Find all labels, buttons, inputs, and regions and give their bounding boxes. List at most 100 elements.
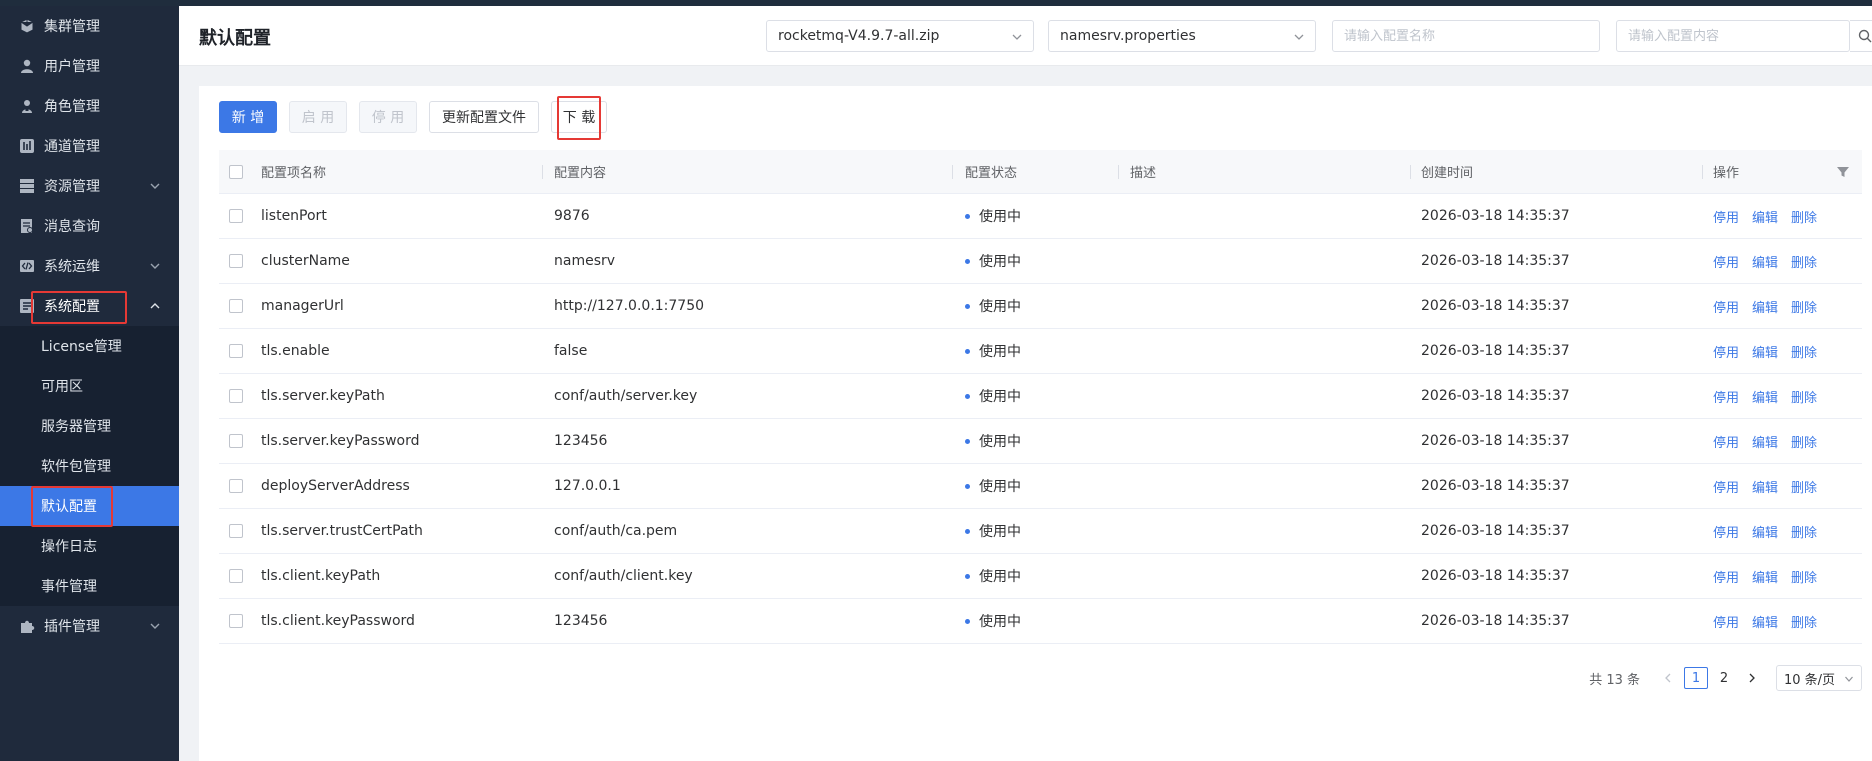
column-header-name: 配置项名称: [261, 166, 327, 181]
config-content-search-input[interactable]: [1616, 20, 1850, 52]
row-disable-link[interactable]: 停用: [1713, 207, 1739, 226]
row-edit-link[interactable]: 编辑: [1752, 612, 1778, 631]
row-delete-link[interactable]: 删除: [1791, 207, 1817, 226]
config-name-search-input[interactable]: [1332, 20, 1600, 52]
sidebar-subitem-oplog[interactable]: 操作日志: [0, 526, 179, 566]
row-edit-link[interactable]: 编辑: [1752, 252, 1778, 271]
chevron-down-icon: [149, 260, 161, 272]
row-checkbox[interactable]: [229, 344, 243, 358]
cell-status: 使用中: [965, 554, 1021, 598]
row-checkbox[interactable]: [229, 209, 243, 223]
row-edit-link[interactable]: 编辑: [1752, 297, 1778, 316]
sidebar-subitem-servers[interactable]: 服务器管理: [0, 406, 179, 446]
update-config-file-button[interactable]: 更新配置文件: [429, 101, 539, 133]
sidebar-subitem-packages[interactable]: 软件包管理: [0, 446, 179, 486]
page-size-select[interactable]: 10 条/页: [1776, 665, 1862, 691]
prev-page-button[interactable]: [1656, 667, 1680, 689]
disable-button[interactable]: 停 用: [359, 101, 417, 133]
row-disable-link[interactable]: 停用: [1713, 477, 1739, 496]
table-row: tls.enable false 使用中 2026-03-18 14:35:37 停用编…: [219, 329, 1862, 374]
row-edit-link[interactable]: 编辑: [1752, 342, 1778, 361]
row-edit-link[interactable]: 编辑: [1752, 477, 1778, 496]
row-edit-link[interactable]: 编辑: [1752, 387, 1778, 406]
pagination: 共 13 条 1 2 10 条/页: [1589, 664, 1862, 692]
cell-status: 使用中: [965, 599, 1021, 643]
sidebar-subitem-default-config[interactable]: 默认配置: [0, 486, 179, 527]
row-edit-link[interactable]: 编辑: [1752, 522, 1778, 541]
table-header: 配置项名称 配置内容 配置状态 描述 创建时间 操作: [219, 150, 1862, 194]
download-button[interactable]: 下 载: [551, 101, 607, 133]
row-delete-link[interactable]: 删除: [1791, 297, 1817, 316]
row-delete-link[interactable]: 删除: [1791, 522, 1817, 541]
page-button-1[interactable]: 1: [1684, 667, 1708, 689]
add-button[interactable]: 新 增: [219, 101, 277, 133]
column-divider: [1410, 165, 1411, 179]
row-disable-link[interactable]: 停用: [1713, 387, 1739, 406]
sidebar-subitem-label: 可用区: [41, 379, 83, 395]
sidebar-item-plugins[interactable]: 插件管理: [0, 606, 179, 646]
row-checkbox[interactable]: [229, 254, 243, 268]
sidebar-item-messages[interactable]: 消息查询: [0, 206, 179, 246]
cell-config-name: listenPort: [261, 208, 327, 224]
row-disable-link[interactable]: 停用: [1713, 252, 1739, 271]
row-checkbox[interactable]: [229, 434, 243, 448]
row-edit-link[interactable]: 编辑: [1752, 207, 1778, 226]
row-edit-link[interactable]: 编辑: [1752, 567, 1778, 586]
chevron-down-icon: [149, 180, 161, 192]
row-delete-link[interactable]: 删除: [1791, 477, 1817, 496]
row-delete-link[interactable]: 删除: [1791, 342, 1817, 361]
row-disable-link[interactable]: 停用: [1713, 522, 1739, 541]
row-edit-link[interactable]: 编辑: [1752, 432, 1778, 451]
row-checkbox[interactable]: [229, 614, 243, 628]
row-delete-link[interactable]: 删除: [1791, 252, 1817, 271]
sidebar-item-channels[interactable]: 通道管理: [0, 126, 179, 166]
file-select[interactable]: namesrv.properties: [1048, 20, 1316, 52]
chevron-right-icon: [1747, 673, 1757, 683]
sidebar-item-resources[interactable]: 资源管理: [0, 166, 179, 206]
content-panel: 新 增 启 用 停 用 更新配置文件 下 载 配置项名称 配置内容 配置状态 描…: [199, 86, 1872, 761]
row-disable-link[interactable]: 停用: [1713, 432, 1739, 451]
sidebar-subitem-license[interactable]: License管理: [0, 326, 179, 366]
filter-icon[interactable]: [1836, 165, 1850, 179]
cell-actions: 停用 编辑 删除: [1713, 419, 1830, 463]
next-page-button[interactable]: [1740, 667, 1764, 689]
search-button[interactable]: [1850, 20, 1872, 52]
cell-status: 使用中: [965, 239, 1021, 283]
cell-actions: 停用 编辑 删除: [1713, 239, 1830, 283]
sidebar-subitem-events[interactable]: 事件管理: [0, 566, 179, 606]
row-checkbox[interactable]: [229, 569, 243, 583]
cell-config-name: tls.server.keyPassword: [261, 433, 420, 449]
row-delete-link[interactable]: 删除: [1791, 432, 1817, 451]
cube-icon: [18, 17, 36, 35]
cell-actions: 停用 编辑 删除: [1713, 464, 1830, 508]
row-checkbox[interactable]: [229, 389, 243, 403]
system-config-submenu: License管理 可用区 服务器管理 软件包管理 默认配置 操作日志 事件管理: [0, 326, 179, 606]
cell-actions: 停用 编辑 删除: [1713, 374, 1830, 418]
row-disable-link[interactable]: 停用: [1713, 612, 1739, 631]
row-delete-link[interactable]: 删除: [1791, 387, 1817, 406]
sidebar-subitem-zone[interactable]: 可用区: [0, 366, 179, 406]
row-checkbox[interactable]: [229, 524, 243, 538]
row-disable-link[interactable]: 停用: [1713, 567, 1739, 586]
page-title: 默认配置: [199, 28, 271, 49]
sidebar-item-ops[interactable]: 系统运维: [0, 246, 179, 286]
row-checkbox[interactable]: [229, 479, 243, 493]
row-delete-link[interactable]: 删除: [1791, 567, 1817, 586]
enable-button[interactable]: 启 用: [289, 101, 347, 133]
status-text: 使用中: [979, 344, 1021, 360]
sidebar-item-roles[interactable]: 角色管理: [0, 86, 179, 126]
sidebar-item-system-config[interactable]: 系统配置: [0, 286, 179, 326]
page-button-2[interactable]: 2: [1712, 667, 1736, 689]
puzzle-icon: [18, 617, 36, 635]
config-table: 配置项名称 配置内容 配置状态 描述 创建时间 操作 listenPort 987…: [219, 150, 1862, 644]
cell-created-time: 2026-03-18 14:35:37: [1421, 433, 1570, 449]
sidebar-item-label: 通道管理: [44, 139, 100, 155]
select-all-checkbox[interactable]: [229, 164, 243, 179]
row-delete-link[interactable]: 删除: [1791, 612, 1817, 631]
sidebar-item-users[interactable]: 用户管理: [0, 46, 179, 86]
package-select[interactable]: rocketmq-V4.9.7-all.zip: [766, 20, 1034, 52]
sidebar-item-cluster[interactable]: 集群管理: [0, 6, 179, 46]
row-disable-link[interactable]: 停用: [1713, 297, 1739, 316]
row-disable-link[interactable]: 停用: [1713, 342, 1739, 361]
row-checkbox[interactable]: [229, 299, 243, 313]
